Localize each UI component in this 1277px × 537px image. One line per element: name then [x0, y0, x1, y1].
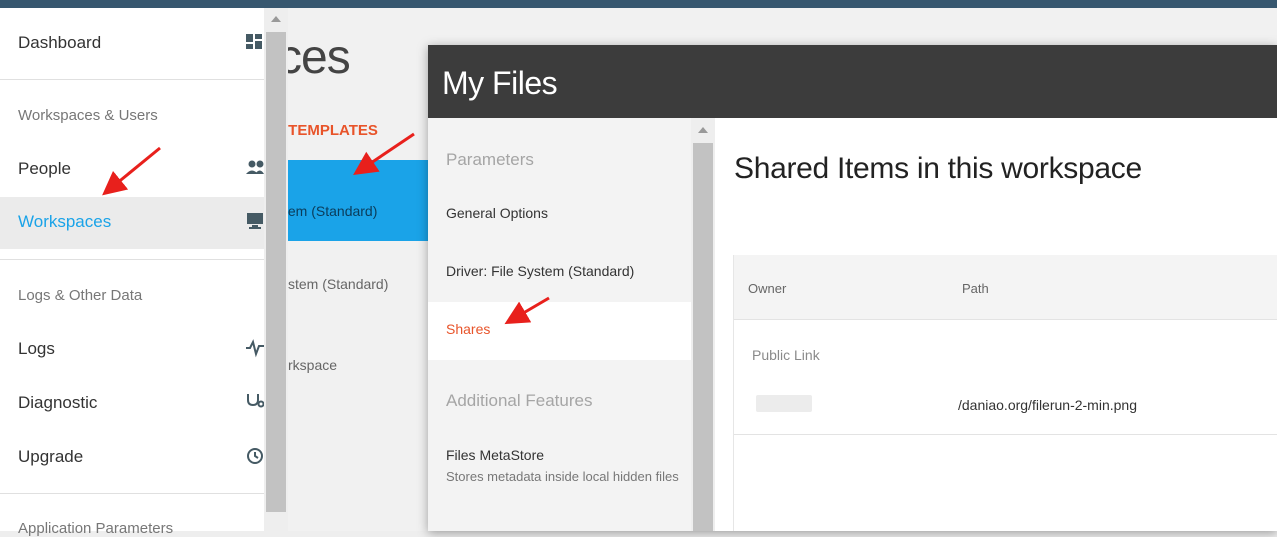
- sidebar-item-label: Logs: [18, 339, 55, 358]
- sidebar-item-workspaces[interactable]: Workspaces: [0, 197, 264, 249]
- scrollbar-thumb[interactable]: [266, 32, 286, 512]
- workspace-row[interactable]: rkspace: [288, 357, 337, 373]
- group-label-public-link: Public Link: [752, 347, 820, 363]
- panel-title: Shared Items in this workspace: [734, 152, 1142, 185]
- dashboard-icon: [246, 32, 264, 52]
- nav-section-parameters: Parameters: [446, 150, 534, 169]
- sidebar-item-diagnostic[interactable]: Diagnostic: [0, 378, 264, 430]
- column-header-owner[interactable]: Owner: [748, 281, 786, 296]
- nav-item-files-metastore[interactable]: Files MetaStore Stores metadata inside l…: [428, 428, 691, 498]
- nav-item-driver[interactable]: Driver: File System (Standard): [428, 244, 691, 302]
- sidebar-divider: [0, 493, 264, 494]
- scrollbar-thumb[interactable]: [693, 143, 713, 531]
- activity-icon: [246, 338, 264, 358]
- sidebar-scrollbar[interactable]: [264, 8, 288, 531]
- workspace-row[interactable]: stem (Standard): [288, 276, 388, 292]
- workspace-row-selected[interactable]: tem (Standard): [284, 160, 428, 241]
- scroll-up-arrow-icon[interactable]: [698, 127, 708, 133]
- sidebar-item-people[interactable]: People: [0, 144, 264, 196]
- dialog-nav: Parameters General Options Driver: File …: [428, 118, 691, 531]
- sidebar-item-label: Upgrade: [18, 447, 84, 466]
- stethoscope-icon: [246, 392, 264, 412]
- people-icon: [246, 158, 264, 178]
- nav-item-shares[interactable]: Shares: [428, 302, 691, 360]
- nav-scrollbar[interactable]: [691, 118, 715, 531]
- sidebar-section-app-params: Application Parameters: [18, 520, 174, 537]
- owner-redacted: [756, 395, 812, 412]
- sidebar-item-upgrade[interactable]: Upgrade: [0, 432, 264, 484]
- admin-sidebar: Dashboard Workspaces & Users People Work…: [0, 8, 264, 537]
- top-bar: [0, 0, 1277, 8]
- shared-items-table: Owner Path Public Link /daniao.org/filer…: [733, 255, 1277, 531]
- sidebar-divider: [0, 79, 264, 80]
- clock-icon: [246, 446, 264, 466]
- table-header: Owner Path: [734, 255, 1277, 320]
- nav-item-label: General Options: [446, 205, 548, 221]
- monitor-icon: [246, 211, 264, 231]
- sidebar-item-label: Dashboard: [18, 33, 102, 52]
- nav-item-label: Shares: [446, 321, 491, 337]
- scroll-up-arrow-icon[interactable]: [271, 16, 281, 22]
- nav-item-label: Driver: File System (Standard): [446, 263, 635, 279]
- table-cell-path[interactable]: /daniao.org/filerun-2-min.png: [958, 397, 1137, 413]
- sidebar-section-logs: Logs & Other Data: [18, 287, 143, 304]
- table-row-divider: [734, 434, 1277, 435]
- templates-tab-fragment[interactable]: E TEMPLATES: [274, 122, 378, 139]
- nav-item-label: Files MetaStore: [446, 447, 545, 463]
- sidebar-item-label: People: [18, 159, 71, 178]
- sidebar-item-label: Diagnostic: [18, 393, 98, 412]
- sidebar-item-dashboard[interactable]: Dashboard: [0, 18, 264, 70]
- shares-panel: Shared Items in this workspace Owner Pat…: [715, 118, 1277, 531]
- my-files-dialog: My Files Parameters General Options Driv…: [428, 45, 1277, 531]
- nav-section-additional-features: Additional Features: [446, 391, 593, 410]
- nav-item-general-options[interactable]: General Options: [428, 186, 691, 244]
- dialog-header: My Files: [428, 45, 1277, 118]
- nav-item-description: Stores metadata inside local hidden file…: [446, 469, 679, 484]
- column-header-path[interactable]: Path: [962, 281, 989, 296]
- sidebar-divider: [0, 259, 264, 260]
- workspace-row-label: tem (Standard): [284, 203, 378, 219]
- sidebar-item-label: Workspaces: [18, 212, 112, 231]
- sidebar-section-workspaces-users: Workspaces & Users: [18, 107, 158, 124]
- dialog-title: My Files: [442, 65, 558, 101]
- sidebar-item-logs[interactable]: Logs: [0, 324, 264, 376]
- page-heading-fragment: ces: [278, 31, 351, 84]
